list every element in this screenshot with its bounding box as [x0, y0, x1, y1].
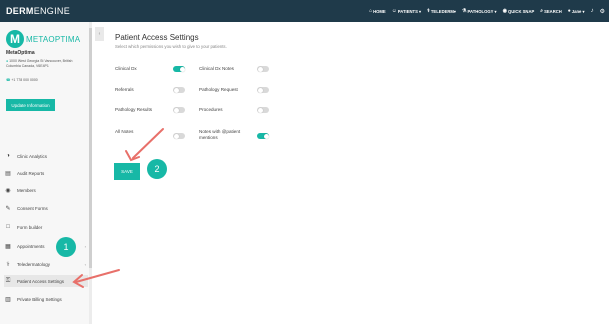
arrow-to-patient-access-settings	[72, 269, 120, 288]
arrow-to-save-button	[125, 128, 164, 162]
annotation-arrows	[72, 128, 164, 288]
